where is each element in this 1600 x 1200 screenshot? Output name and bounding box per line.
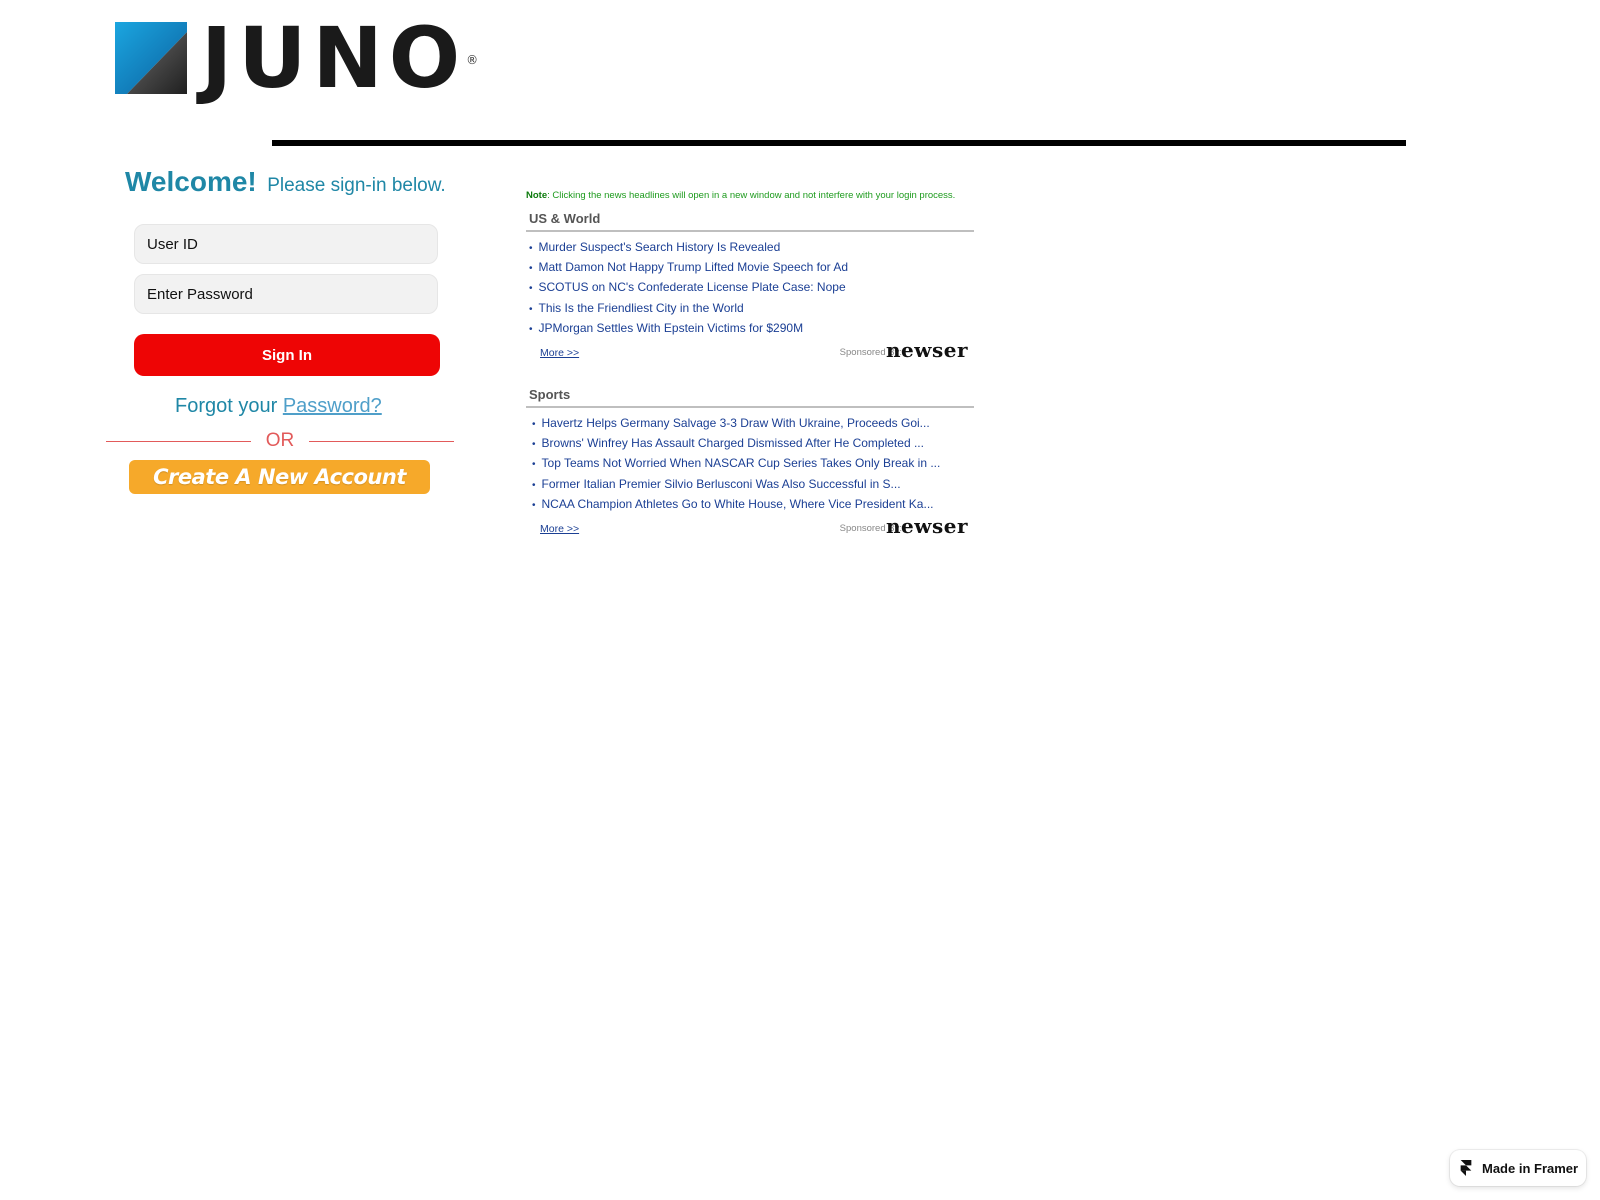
or-divider: OR (106, 430, 454, 452)
list-item: • Murder Suspect's Search History Is Reve… (529, 238, 974, 258)
bullet-icon: • (529, 283, 533, 295)
registered-mark: ® (466, 53, 479, 67)
newser-logo[interactable]: newser (886, 338, 968, 362)
juno-logo[interactable]: JUNO ® (115, 16, 478, 100)
user-id-input[interactable] (134, 224, 438, 264)
forgot-prefix: Forgot your (175, 395, 283, 417)
more-link[interactable]: More >> (540, 347, 579, 359)
section-title: Sports (526, 387, 974, 409)
bullet-icon: • (532, 439, 536, 451)
sign-in-button[interactable]: Sign In (134, 334, 440, 376)
or-line-right (309, 441, 454, 442)
list-item: • Top Teams Not Worried When NASCAR Cup S… (529, 454, 974, 474)
framer-icon (1460, 1160, 1472, 1176)
news-panel: Note: Clicking the news headlines will o… (526, 190, 974, 541)
bullet-icon: • (532, 479, 536, 491)
note-label: Note (526, 190, 548, 201)
list-item: • Browns' Winfrey Has Assault Charged Dis… (529, 434, 974, 454)
forgot-password-text: Forgot your Password? (175, 395, 382, 418)
news-section-us-world: US & World • Murder Suspect's Search Hist… (526, 211, 974, 365)
badge-label: Made in Framer (1482, 1160, 1579, 1176)
bullet-icon: • (529, 243, 533, 254)
list-item: • SCOTUS on NC's Confederate License Plat… (529, 278, 974, 298)
headline-list: • Havertz Helps Germany Salvage 3-3 Draw … (526, 414, 974, 515)
bullet-icon: • (529, 263, 533, 275)
create-account-button[interactable]: Create A New Account (129, 460, 430, 494)
logo-text: JUNO (201, 9, 467, 107)
juno-logo-mark-icon (115, 22, 187, 94)
headline-link[interactable]: Matt Damon Not Happy Trump Lifted Movie … (539, 260, 848, 274)
list-item: • This Is the Friendliest City in the Wor… (529, 299, 974, 319)
section-footer: More >> Sponsored By: newser (526, 338, 974, 365)
welcome-title: Welcome! (125, 166, 257, 197)
logo-wordmark: JUNO ® (201, 16, 478, 100)
bullet-icon: • (529, 323, 533, 335)
news-section-sports: Sports • Havertz Helps Germany Salvage 3-… (526, 387, 974, 541)
headline-link[interactable]: JPMorgan Settles With Epstein Victims fo… (539, 321, 804, 335)
headline-link[interactable]: Murder Suspect's Search History Is Revea… (539, 240, 781, 254)
note-text: : Clicking the news headlines will open … (547, 190, 956, 201)
forgot-password-link[interactable]: Password? (283, 395, 382, 417)
headline-link[interactable]: NCAA Champion Athletes Go to White House… (542, 497, 934, 511)
list-item: • Havertz Helps Germany Salvage 3-3 Draw … (529, 414, 974, 434)
headline-link[interactable]: Havertz Helps Germany Salvage 3-3 Draw W… (542, 416, 930, 430)
headline-link[interactable]: This Is the Friendliest City in the Worl… (539, 301, 744, 315)
headline-list: • Murder Suspect's Search History Is Reve… (526, 238, 974, 339)
password-input[interactable] (134, 274, 438, 314)
bullet-icon: • (532, 459, 536, 471)
list-item: • Matt Damon Not Happy Trump Lifted Movie… (529, 258, 974, 278)
headline-link[interactable]: Former Italian Premier Silvio Berlusconi… (542, 477, 901, 491)
headline-link[interactable]: Top Teams Not Worried When NASCAR Cup Se… (542, 456, 941, 470)
section-title: US & World (526, 211, 974, 232)
welcome-subtitle: Please sign-in below. (267, 175, 446, 196)
welcome-heading: Welcome! Please sign-in below. (125, 166, 446, 198)
bullet-icon: • (529, 303, 533, 315)
list-item: • Former Italian Premier Silvio Berluscon… (529, 475, 974, 495)
header-divider (272, 140, 1406, 146)
list-item: • NCAA Champion Athletes Go to White Hous… (529, 495, 974, 515)
section-footer: More >> Sponsored By: newser (526, 514, 974, 541)
list-item: • JPMorgan Settles With Epstein Victims f… (529, 319, 974, 339)
headline-link[interactable]: SCOTUS on NC's Confederate License Plate… (539, 280, 846, 294)
bullet-icon: • (532, 499, 536, 511)
news-note: Note: Clicking the news headlines will o… (526, 190, 974, 201)
newser-logo[interactable]: newser (886, 514, 968, 538)
page: JUNO ® Welcome! Please sign-in below. Si… (0, 0, 1600, 1200)
more-link[interactable]: More >> (540, 523, 579, 535)
headline-link[interactable]: Browns' Winfrey Has Assault Charged Dism… (542, 436, 924, 450)
made-in-framer-badge[interactable]: Made in Framer (1450, 1150, 1586, 1186)
bullet-icon: • (532, 419, 536, 431)
